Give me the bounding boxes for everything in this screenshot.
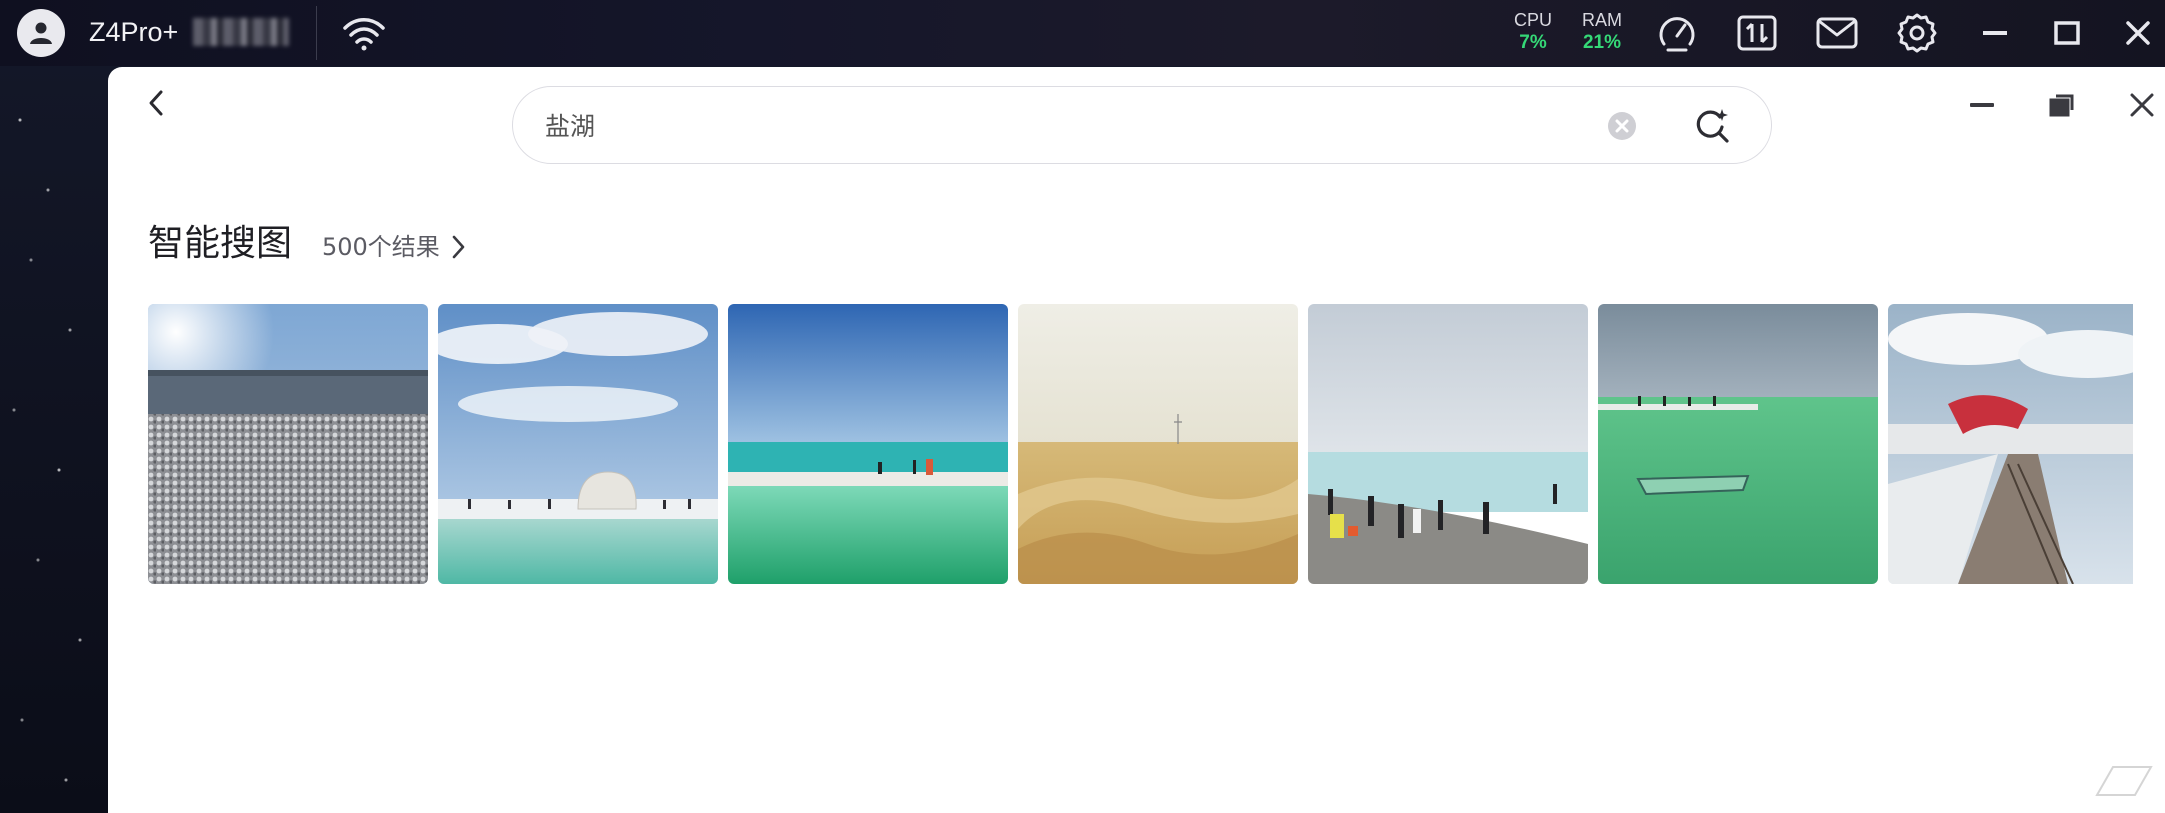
chevron-right-icon xyxy=(452,235,465,259)
ai-search-icon[interactable] xyxy=(1693,107,1731,145)
search-bar[interactable]: 盐湖 xyxy=(512,86,1772,164)
speedometer-icon[interactable] xyxy=(1654,10,1700,56)
image-gallery xyxy=(148,304,2133,584)
restore-icon xyxy=(2049,94,2074,117)
close-icon xyxy=(2130,93,2154,117)
photo-search-window: 盐湖 智能搜图 500个结果 xyxy=(108,67,2165,813)
gallery-thumbnail[interactable] xyxy=(1888,304,2133,584)
back-button[interactable] xyxy=(138,85,174,121)
user-avatar[interactable] xyxy=(17,9,65,57)
ram-label: RAM xyxy=(1582,10,1622,30)
blurred-device-id xyxy=(193,18,289,46)
mail-icon[interactable] xyxy=(1814,10,1860,56)
gallery-thumbnail[interactable] xyxy=(148,304,428,584)
device-name: Z4Pro+ xyxy=(89,17,179,47)
window-restore-button[interactable] xyxy=(2044,87,2080,123)
section-title: 智能搜图 xyxy=(148,223,293,264)
results-link[interactable]: 500个结果 xyxy=(322,227,466,267)
watermark-logo xyxy=(2095,766,2153,796)
system-topbar: Z4Pro+ CPU 7% RAM 21% xyxy=(0,0,2165,66)
gallery-thumbnail[interactable] xyxy=(728,304,1008,584)
user-icon xyxy=(30,22,52,44)
clear-icon[interactable] xyxy=(1607,111,1637,141)
minimize-icon xyxy=(1970,103,1994,107)
results-count: 500个结果 xyxy=(322,233,440,261)
wifi-icon[interactable] xyxy=(341,14,387,54)
gallery-thumbnail[interactable] xyxy=(1308,304,1588,584)
transfer-icon[interactable] xyxy=(1734,10,1780,56)
window-minimize-button[interactable] xyxy=(1964,87,2000,123)
ram-stat: RAM 21% xyxy=(1582,9,1622,55)
chevron-left-icon xyxy=(149,90,163,116)
ram-value: 21% xyxy=(1582,32,1622,53)
cpu-value: 7% xyxy=(1519,32,1547,53)
cpu-label: CPU xyxy=(1514,10,1553,30)
cpu-stat: CPU 7% xyxy=(1514,9,1552,55)
window-close-button[interactable] xyxy=(2124,87,2160,123)
minimize-icon[interactable] xyxy=(1972,10,2018,56)
search-input[interactable]: 盐湖 xyxy=(545,107,595,143)
gear-icon[interactable] xyxy=(1894,10,1940,56)
close-icon[interactable] xyxy=(2115,10,2161,56)
maximize-icon[interactable] xyxy=(2044,10,2090,56)
gallery-thumbnail[interactable] xyxy=(1018,304,1298,584)
divider xyxy=(316,6,317,60)
gallery-thumbnail[interactable] xyxy=(438,304,718,584)
gallery-thumbnail[interactable] xyxy=(1598,304,1878,584)
